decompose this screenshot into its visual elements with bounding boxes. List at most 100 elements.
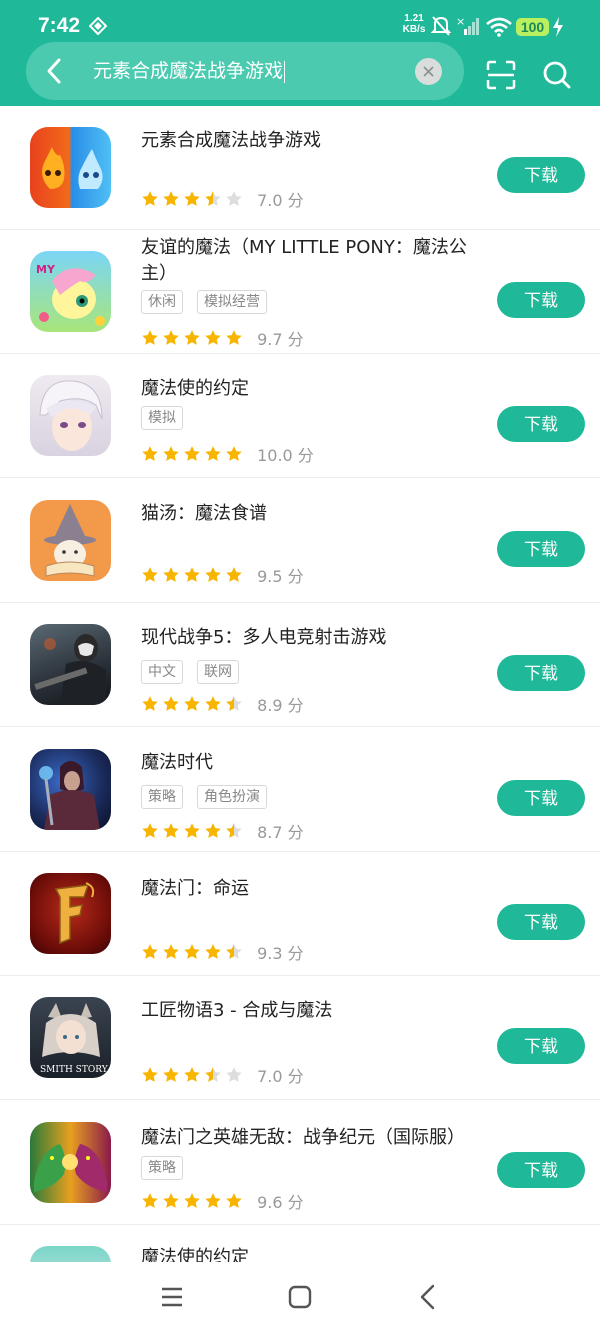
signal-icon: × [456,15,479,35]
list-item[interactable]: 魔法使的约定 [0,1225,600,1262]
star-empty-icon [226,191,242,206]
charging-icon [553,17,563,37]
star-icon [142,1193,158,1208]
tag-list: 模拟 [141,406,197,430]
smith-girl-icon: SMITH STORY [30,997,111,1078]
pony-icon: MY [30,251,111,332]
star-icon [184,330,200,345]
tag: 策略 [141,785,183,809]
star-icon [163,944,179,959]
star-icon [205,823,221,838]
star-half-icon [205,1067,221,1082]
star-icon [226,446,242,461]
star-icon [142,446,158,461]
search-input[interactable]: 元素合成魔法战争游戏 [93,57,286,85]
star-icon [226,1193,242,1208]
star-icon [184,696,200,711]
list-item[interactable]: 魔法门之英雄无敌：战争纪元（国际服） 策略 9.6 分 下载 [0,1101,600,1225]
rating: 9.6 分 [141,1189,304,1212]
download-button[interactable]: 下载 [497,655,585,691]
star-icon [184,944,200,959]
score: 9.6 分 [257,1193,304,1212]
star-icon [205,1193,221,1208]
star-icon [226,567,242,582]
rating: 9.5 分 [141,563,304,586]
app-name: 友谊的魔法（MY LITTLE PONY：魔法公主） [141,237,467,284]
rating: 8.7 分 [141,819,304,842]
star-half-icon [226,696,242,711]
download-button[interactable]: 下载 [497,1028,585,1064]
star-icon [184,823,200,838]
scan-icon[interactable] [486,60,516,90]
battery-level: 100 [516,18,549,36]
app-name: 元素合成魔法战争游戏 [141,130,321,151]
download-button[interactable]: 下载 [497,282,585,318]
star-icon [142,1067,158,1082]
star-icon [163,567,179,582]
star-icon [184,191,200,206]
list-item[interactable]: 现代战争5：多人电竞射击游戏 中文 联网 8.9 分 下载 [0,603,600,727]
star-half-icon [205,191,221,206]
star-icon [226,330,242,345]
star-icon [184,1193,200,1208]
anime-boy-icon [30,1246,111,1262]
list-item[interactable]: 元素合成魔法战争游戏 7.0 分 下载 [0,106,600,230]
app-name: 工匠物语3 - 合成与魔法 [141,1000,333,1021]
star-icon [142,823,158,838]
score: 8.9 分 [257,696,304,715]
list-item[interactable]: 魔法使的约定 模拟 10.0 分 下载 [0,354,600,478]
star-icon [163,1067,179,1082]
tag: 策略 [141,1156,183,1180]
tag: 角色扮演 [197,785,267,809]
star-icon [205,567,221,582]
clear-search-button[interactable] [415,58,442,85]
list-item[interactable]: 猫汤：魔法食谱 9.5 分 下载 [0,479,600,603]
list-item[interactable]: SMITH STORY 工匠物语3 - 合成与魔法 7.0 分 下载 [0,976,600,1100]
star-empty-icon [226,1067,242,1082]
back-arrow-icon[interactable] [40,56,70,86]
download-button[interactable]: 下载 [497,406,585,442]
score: 9.5 分 [257,567,304,586]
back-icon[interactable] [418,1284,438,1310]
menu-icon[interactable] [160,1286,184,1308]
tag: 模拟 [141,406,183,430]
star-half-icon [226,944,242,959]
rating: 9.7 分 [141,326,304,349]
star-half-icon [226,823,242,838]
text-cursor [284,60,286,83]
star-icon [142,191,158,206]
download-button[interactable]: 下载 [497,904,585,940]
rating: 8.9 分 [141,692,304,715]
cat-wizard-icon [30,500,111,581]
list-item[interactable]: 魔法时代 策略 角色扮演 8.7 分 下载 [0,728,600,852]
download-button[interactable]: 下载 [497,780,585,816]
tag: 休闲 [141,290,183,314]
system-navigation-bar [0,1262,600,1333]
tag-list: 中文 联网 [141,660,253,684]
star-icon [142,330,158,345]
star-icon [205,944,221,959]
mage-icon [30,749,111,830]
tag-list: 休闲 模拟经营 [141,290,281,314]
list-item[interactable]: 魔法门：命运 9.3 分 下载 [0,852,600,976]
dragons-icon [30,1122,111,1203]
rating: 7.0 分 [141,1063,304,1086]
star-icon [142,567,158,582]
divider [0,726,600,727]
app-name: 魔法门之英雄无敌：战争纪元（国际服） [141,1127,465,1148]
tag-list: 策略 角色扮演 [141,785,281,809]
tag: 联网 [197,660,239,684]
star-icon [163,330,179,345]
app-name: 猫汤：魔法食谱 [141,503,267,524]
star-icon [184,446,200,461]
download-button[interactable]: 下载 [497,531,585,567]
search-query: 元素合成魔法战争游戏 [93,60,284,82]
top-header: 7:42 1.21 KB/s × 100 元素合成魔法战争游戏 [0,0,600,106]
diamond-icon [89,17,107,35]
list-item[interactable]: MY 友谊的魔法（MY LITTLE PONY：魔法公主） 休闲 模拟经营 9.7… [0,230,600,354]
download-button[interactable]: 下载 [497,1152,585,1188]
search-icon[interactable] [542,60,572,90]
download-button[interactable]: 下载 [497,157,585,193]
home-icon[interactable] [288,1285,312,1309]
rating: 10.0 分 [141,442,314,465]
